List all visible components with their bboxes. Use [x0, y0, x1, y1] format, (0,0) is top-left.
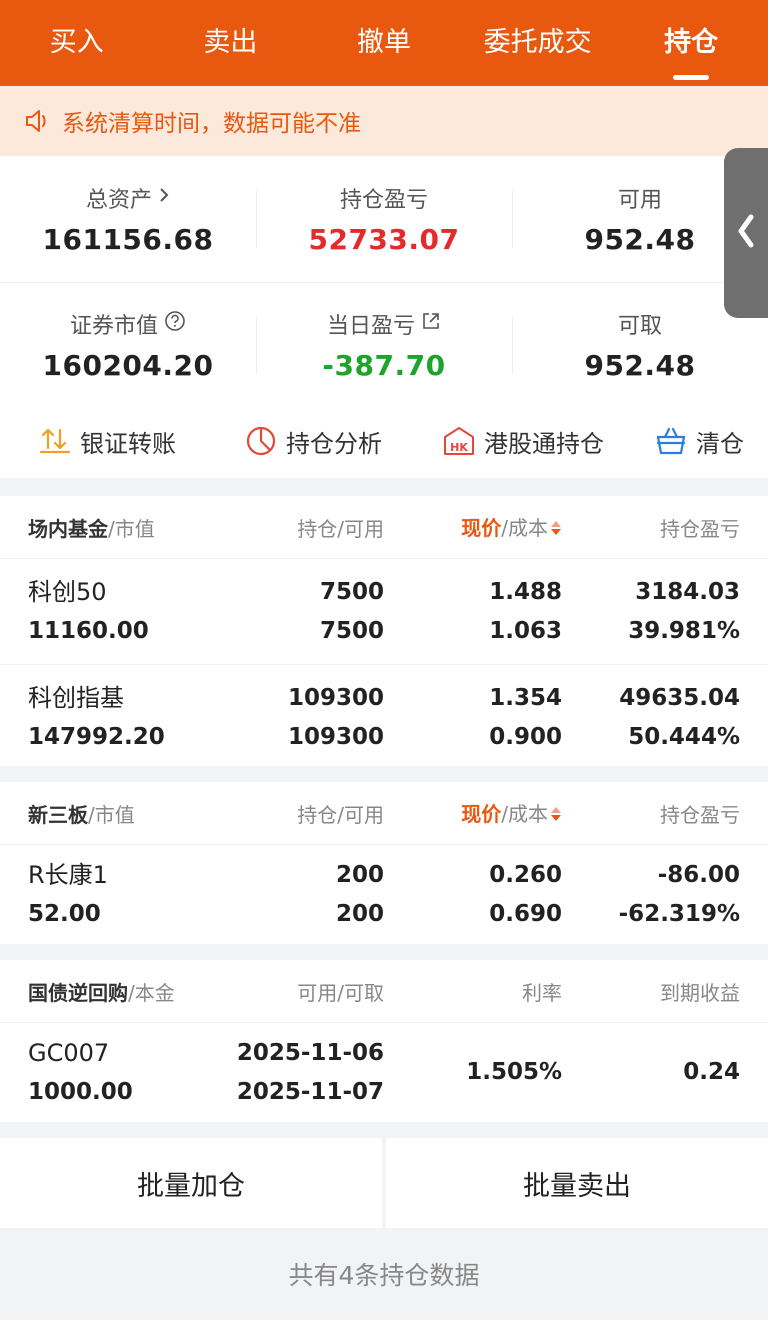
market-value-label: 证券市值 [69, 313, 158, 339]
table-row[interactable]: GC007 1000.00 2025-11-06 2025-11-07 1.505%… [0, 1022, 768, 1122]
clear-positions-button[interactable]: 清仓 [654, 424, 744, 459]
sort-price-header[interactable]: 现价/成本 [384, 512, 562, 542]
notice-bar: 系统清算时间，数据可能不准 [0, 86, 768, 156]
total-assets-value: 161156.68 [42, 222, 214, 256]
neeq-table-header: 新三板/市值 持仓/可用 现价/成本 持仓盈亏 [0, 782, 768, 844]
sort-price-header[interactable]: 现价/成本 [384, 798, 562, 828]
daily-pnl-label: 当日盈亏 [326, 313, 415, 339]
table-row[interactable]: 科创50 11160.00 7500 7500 1.488 1.063 3184.03… [0, 558, 768, 664]
notice-text: 系统清算时间，数据可能不准 [62, 111, 361, 137]
repo-table-header: 国债逆回购/本金 可用/可取 利率 到期收益 [28, 980, 740, 1005]
table-row[interactable]: 科创指基 147992.20 109300 109300 1.354 0.900 49… [0, 664, 768, 770]
withdrawable-value: 952.48 [584, 348, 696, 382]
tab-buy[interactable]: 买入 [0, 0, 154, 86]
total-assets-label: 总资产 [85, 187, 152, 213]
svg-text:HK: HK [450, 441, 468, 454]
position-analysis-button[interactable]: 持仓分析 [244, 424, 382, 459]
position-pnl: 持仓盈亏 52733.07 [256, 156, 512, 282]
sort-icon [550, 518, 562, 542]
neeq-positions-section: 新三板/市值 持仓/可用 现价/成本 持仓盈亏 R长康1 52.00 200 200… [0, 782, 768, 944]
tab-sell[interactable]: 卖出 [154, 0, 308, 86]
help-circle-icon[interactable] [164, 310, 186, 338]
batch-actions: 批量加仓 批量卖出 [0, 1138, 768, 1228]
market-value: 证券市值 160204.20 [0, 282, 256, 408]
table-row[interactable]: R长康1 52.00 200 200 0.260 0.690 -86.00 -62.31… [0, 844, 768, 944]
external-link-icon [421, 311, 441, 337]
daily-pnl-value: -387.70 [322, 348, 446, 382]
batch-sell-button[interactable]: 批量卖出 [386, 1138, 768, 1228]
available-label: 可用 [617, 187, 662, 213]
speaker-icon [22, 106, 52, 136]
transfer-icon [38, 424, 72, 458]
position-pnl-label: 持仓盈亏 [339, 187, 428, 213]
etf-table-header: 场内基金/市值 持仓/可用 现价/成本 持仓盈亏 [0, 496, 768, 558]
reverse-repo-section: 国债逆回购/本金 可用/可取 利率 到期收益 GC007 1000.00 2025… [0, 960, 768, 1122]
chevron-right-icon [158, 185, 170, 210]
top-tab-bar: 买入 卖出 撤单 委托成交 持仓 [0, 0, 768, 86]
available-value: 952.48 [584, 222, 696, 256]
withdrawable-label: 可取 [617, 313, 662, 339]
sort-icon [550, 804, 562, 828]
bank-transfer-button[interactable]: 银证转账 [38, 424, 176, 459]
pie-chart-icon [244, 424, 278, 458]
chevron-left-icon [736, 211, 756, 255]
quick-actions: 银证转账 持仓分析 HK 港股通持仓 清仓 [0, 404, 768, 478]
batch-add-button[interactable]: 批量加仓 [0, 1138, 382, 1228]
hk-connect-positions-button[interactable]: HK 港股通持仓 [442, 424, 604, 459]
tab-positions[interactable]: 持仓 [614, 0, 768, 86]
hk-icon: HK [442, 424, 476, 458]
tab-cancel-order[interactable]: 撤单 [307, 0, 461, 86]
tab-orders-trades[interactable]: 委托成交 [461, 0, 615, 86]
etf-positions-section: 场内基金/市值 持仓/可用 现价/成本 持仓盈亏 科创50 11160.00 75… [0, 496, 768, 766]
position-pnl-value: 52733.07 [308, 222, 460, 256]
side-drawer-handle[interactable] [724, 148, 768, 318]
position-count: 共有4条持仓数据 [288, 1261, 480, 1290]
basket-icon [654, 424, 688, 458]
total-assets[interactable]: 总资产 161156.68 [0, 156, 256, 282]
daily-pnl[interactable]: 当日盈亏 -387.70 [256, 282, 512, 408]
market-value-value: 160204.20 [42, 348, 214, 382]
